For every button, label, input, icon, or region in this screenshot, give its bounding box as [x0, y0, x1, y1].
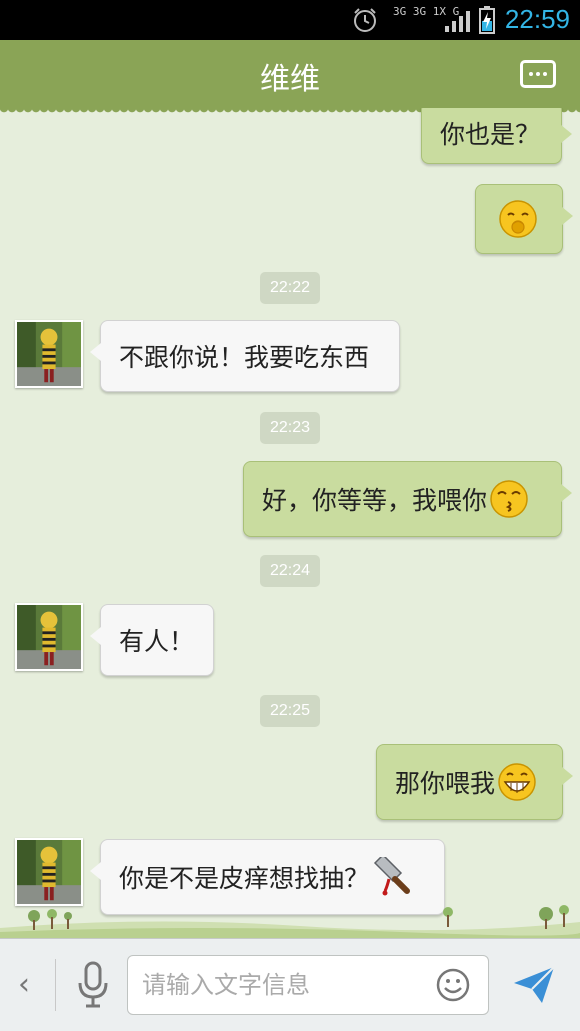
kiss-emoji-icon — [489, 479, 529, 519]
smiley-icon[interactable] — [436, 968, 470, 1002]
avatar[interactable] — [15, 320, 83, 388]
microphone-icon[interactable] — [76, 961, 110, 1009]
cleaver-emoji-icon — [371, 857, 411, 897]
message-input[interactable] — [142, 956, 422, 1014]
incoming-message[interactable]: 有人！ — [90, 604, 214, 676]
timestamp: 22:22 — [260, 272, 320, 304]
message-text: 你也是？ — [440, 120, 541, 149]
outgoing-message[interactable]: 你也是？ — [421, 108, 572, 164]
avatar[interactable] — [15, 603, 83, 671]
scenery-decoration — [0, 905, 580, 938]
send-icon[interactable] — [512, 963, 556, 1007]
message-input-container — [127, 955, 489, 1015]
message-text: 好，你等等，我喂你 — [262, 486, 488, 515]
shy-smile-emoji-icon — [498, 199, 538, 239]
grin-emoji-icon — [497, 762, 537, 802]
outgoing-message[interactable]: 好，你等等，我喂你 — [243, 461, 572, 537]
message-text: 不跟你说！我要吃东西 — [119, 343, 370, 372]
back-arrow-icon[interactable]: ‹ — [18, 969, 36, 1001]
status-time: 22:59 — [504, 4, 570, 34]
outgoing-message[interactable]: 那你喂我 — [376, 744, 573, 820]
message-text: 有人！ — [119, 627, 195, 656]
message-text: 你是不是皮痒想找抽？ — [119, 864, 370, 893]
message-list[interactable]: 你也是？ 22:22 不跟你说！我要吃东西 22:23 好，你等等，我喂你 22… — [0, 108, 580, 938]
alarm-icon — [354, 8, 376, 32]
chat-menu-icon[interactable] — [520, 60, 556, 88]
input-bar: ‹ — [0, 938, 580, 1031]
timestamp: 22:25 — [260, 695, 320, 727]
chat-header: 维维 — [0, 40, 580, 114]
outgoing-message[interactable] — [475, 184, 573, 254]
contact-name: 维维 — [260, 62, 320, 97]
timestamp: 22:23 — [260, 412, 320, 444]
timestamp: 22:24 — [260, 555, 320, 587]
message-text: 那你喂我 — [395, 769, 496, 798]
incoming-message[interactable]: 不跟你说！我要吃东西 — [90, 320, 400, 392]
signal-icon — [445, 11, 470, 32]
battery-charging-icon — [479, 6, 495, 34]
status-bar: 3G 3G 1X G 22:59 — [0, 0, 580, 40]
avatar[interactable] — [15, 838, 83, 906]
divider — [55, 959, 56, 1011]
